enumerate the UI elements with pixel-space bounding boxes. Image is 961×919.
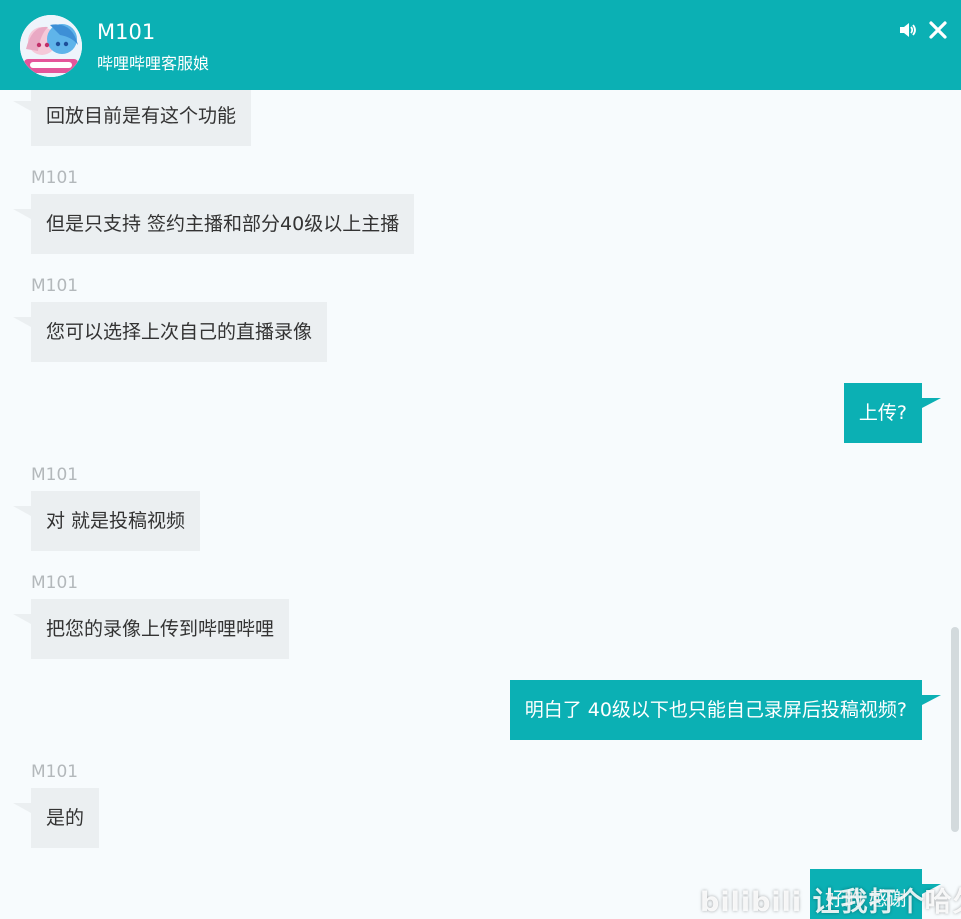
sound-button[interactable] xyxy=(898,21,918,39)
agent-avatar xyxy=(20,15,82,77)
agent-subtitle: 哔哩哔哩客服娘 xyxy=(97,54,210,73)
chat-header: M101 哔哩哔哩客服娘 xyxy=(0,0,961,90)
message-incoming: 对 就是投稿视频 xyxy=(12,491,201,551)
sender-label: M101 xyxy=(31,276,79,296)
sender-label: M101 xyxy=(31,573,79,593)
sender-label: M101 xyxy=(31,465,79,485)
message-outgoing: 上传? xyxy=(843,383,942,443)
message-outgoing: 明白了 40级以下也只能自己录屏后投稿视频? xyxy=(509,680,942,740)
chat-messages[interactable]: 回放目前是有这个功能 M101 但是只支持 签约主播和部分40级以上主播 M10… xyxy=(0,90,961,919)
agent-name: M101 xyxy=(97,20,156,44)
speaker-icon xyxy=(900,23,916,37)
message-incoming: 回放目前是有这个功能 xyxy=(12,90,252,146)
chat-scrollbar[interactable] xyxy=(951,627,959,832)
close-icon xyxy=(929,21,947,39)
watermark: bilibili 让我打个哈欠 xyxy=(700,887,961,918)
close-button[interactable] xyxy=(928,20,948,40)
message-incoming: 您可以选择上次自己的直播录像 xyxy=(12,302,328,362)
sender-label: M101 xyxy=(31,168,79,188)
message-incoming: 把您的录像上传到哔哩哔哩 xyxy=(12,599,290,659)
anime-girls-avatar-icon xyxy=(20,15,82,77)
message-incoming: 是的 xyxy=(12,788,100,848)
message-incoming: 但是只支持 签约主播和部分40级以上主播 xyxy=(12,194,415,254)
sender-label: M101 xyxy=(31,762,79,782)
